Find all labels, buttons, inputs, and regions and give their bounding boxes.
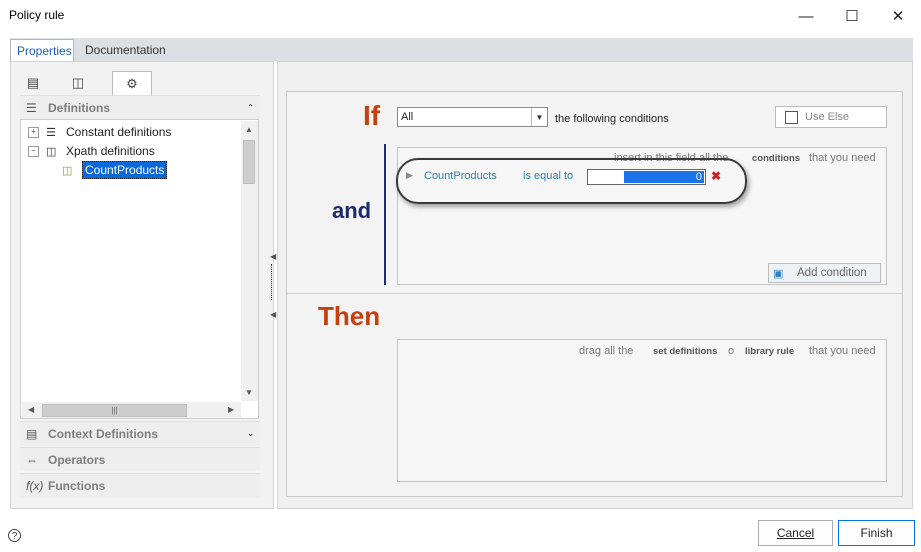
list-icon: ☰ (26, 100, 37, 115)
actions-hint-text: drag all the (579, 345, 634, 357)
actions-hint-keyword: set definitions (653, 346, 718, 357)
tree-item-label: Constant definitions (66, 125, 172, 139)
actions-hint-or: o (728, 345, 735, 357)
conditions-hint-keyword: conditions (752, 153, 801, 164)
cancel-label: Cancel (776, 526, 815, 540)
expand-icon[interactable]: + (28, 126, 39, 138)
function-icon: f(x) (26, 478, 44, 493)
tree-item-xpath[interactable]: − ◫ Xpath definitions (28, 142, 155, 160)
actions-area[interactable] (397, 339, 887, 482)
definitions-header[interactable]: ☰ Definitions ⌃ (20, 95, 260, 119)
tree-item-constant[interactable]: + ☰ Constant definitions (28, 123, 171, 141)
help-icon[interactable]: ? (8, 529, 21, 542)
actions-hint-keyword-2: library rule (745, 346, 795, 357)
scroll-up-icon[interactable]: ▲ (245, 125, 253, 134)
chevron-up-icon: ⌃ (247, 103, 254, 112)
and-keyword: and (332, 198, 372, 223)
following-conditions-text: the following conditions (555, 113, 669, 125)
finish-label: Finish (860, 526, 893, 540)
window-title: Policy rule (9, 8, 65, 22)
context-definitions-label: Context Definitions (48, 426, 158, 441)
conditions-hint-suffix: that you need (809, 152, 876, 164)
checkbox-icon[interactable] (785, 110, 798, 124)
dropdown-arrow-icon[interactable]: ▼ (531, 108, 547, 126)
document-icon: ▤ (26, 426, 38, 441)
highlight-callout (396, 158, 747, 204)
horizontal-scroll-thumb[interactable]: ||| (42, 404, 187, 417)
page-icon[interactable]: ▤ (20, 72, 46, 94)
if-then-divider (287, 293, 902, 294)
minimize-button[interactable]: — (783, 0, 829, 32)
maximize-button[interactable]: ☐ (829, 0, 875, 32)
vertical-scroll-thumb[interactable] (243, 140, 255, 184)
context-definitions-header[interactable]: ▤ Context Definitions ⌄ (20, 421, 260, 445)
use-else-label: Use Else (805, 111, 850, 123)
match-mode-select[interactable]: All (397, 107, 548, 127)
tab-properties[interactable]: Properties (10, 39, 74, 61)
tree-item-label: Xpath definitions (66, 144, 155, 158)
collapse-icon[interactable]: − (28, 145, 39, 157)
definitions-label: Definitions (48, 100, 110, 115)
add-condition-label: Add condition (797, 267, 867, 279)
scroll-down-icon[interactable]: ▼ (245, 388, 253, 397)
use-else-checkbox[interactable]: Use Else (775, 106, 887, 128)
gear-icon[interactable]: ⚙ (112, 71, 152, 95)
scroll-right-icon[interactable]: ▶ (228, 405, 234, 414)
add-condition-icon: ▣ (773, 268, 784, 280)
functions-header[interactable]: f(x) Functions (20, 473, 260, 497)
actions-hint-suffix: that you need (809, 345, 876, 357)
match-mode-value: All (401, 111, 414, 123)
close-button[interactable]: ✕ (875, 0, 921, 32)
scroll-left-icon[interactable]: ◀ (28, 405, 34, 414)
operators-icon: ⇔ (26, 452, 38, 467)
and-bracket-line (384, 144, 386, 285)
functions-label: Functions (48, 478, 106, 493)
tree-item-countproducts[interactable]: ◫ CountProducts (62, 161, 168, 179)
tree-icon[interactable]: ◫ (65, 72, 91, 94)
tab-documentation[interactable]: Documentation (79, 39, 171, 61)
splitter-grip[interactable] (271, 264, 272, 300)
if-keyword: If (363, 100, 381, 131)
cancel-button[interactable]: Cancel (758, 520, 833, 546)
collapse-left-icon[interactable]: ◀ (270, 252, 276, 261)
list-icon: ☰ (46, 126, 56, 139)
collapse-left-icon[interactable]: ◀ (270, 310, 276, 319)
then-keyword: Then (318, 301, 381, 331)
finish-button[interactable]: Finish (838, 520, 915, 546)
chevron-down-icon: ⌄ (247, 429, 254, 438)
operators-label: Operators (48, 452, 106, 467)
operators-header[interactable]: ⇔ Operators (20, 447, 260, 471)
tree-item-label: CountProducts (82, 161, 168, 179)
xpath-icon: ◫ (46, 145, 57, 158)
xpath-node-icon: ◫ (62, 164, 73, 177)
add-condition-button[interactable]: ▣ Add condition (768, 263, 881, 283)
